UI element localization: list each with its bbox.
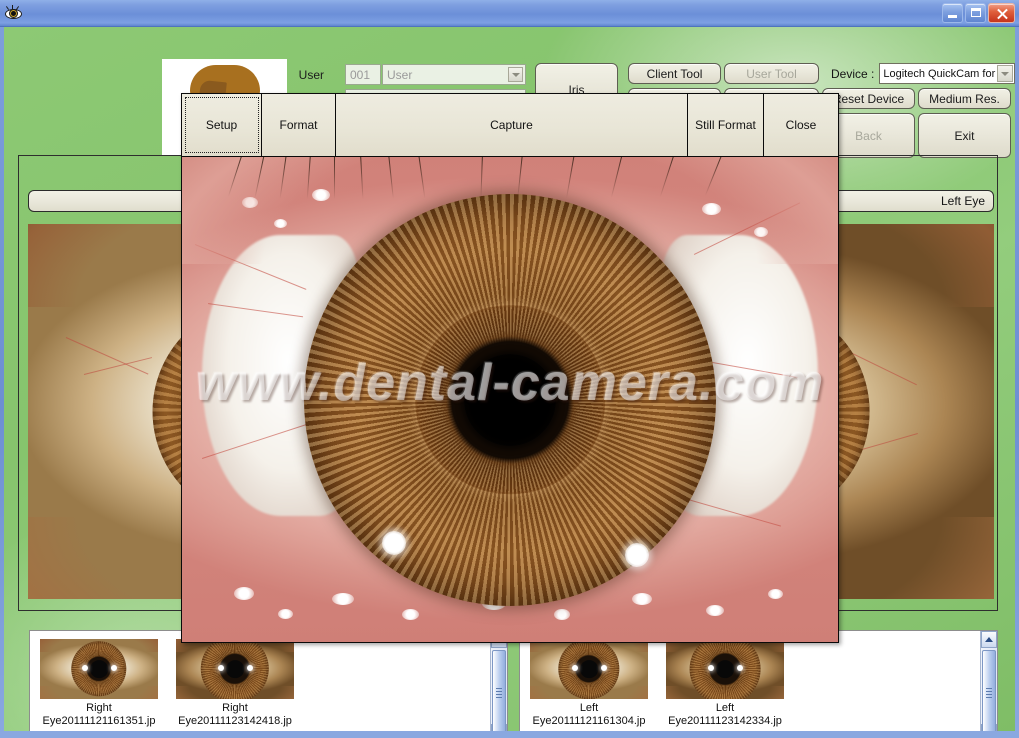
thumbnail-filename: Eye20111121161351.jpg xyxy=(43,715,156,731)
thumbnail-filename: Eye20111121161304.jpg xyxy=(533,715,646,731)
thumbnail-filename: Eye20111123142334.jpg xyxy=(668,715,782,731)
live-video-preview[interactable]: www.dental-camera.com xyxy=(182,157,838,642)
user-name-combo[interactable]: User xyxy=(382,64,526,85)
list-item[interactable]: Left Eye20111121161304.jpg xyxy=(530,639,648,731)
capture-dialog: Setup Format Capture Still Format Close xyxy=(181,93,839,643)
list-item[interactable]: Right Eye20111123142418.jpg xyxy=(176,639,294,731)
format-button[interactable]: Format xyxy=(262,94,336,156)
thumbnail-image[interactable] xyxy=(176,639,294,699)
list-item[interactable]: Left Eye20111123142334.jpg xyxy=(666,639,784,731)
thumbnail-caption: Left Eye20111121161304.jpg xyxy=(530,702,648,731)
user-id-field[interactable]: 001 xyxy=(345,64,381,85)
capture-button[interactable]: Capture xyxy=(336,94,688,156)
right-eye-thumb-strip: Right Eye20111121161351.jpg Right xyxy=(30,631,490,731)
thumbnail-image[interactable] xyxy=(530,639,648,699)
left-eye-thumbnail-list: Left Eye20111121161304.jpg Left xyxy=(519,630,998,731)
left-eye-thumb-strip: Left Eye20111121161304.jpg Left xyxy=(520,631,980,731)
medium-res-button[interactable]: Medium Res. xyxy=(918,88,1011,109)
left-list-scrollbar[interactable] xyxy=(980,631,997,731)
client-tool-button[interactable]: Client Tool xyxy=(628,63,721,84)
thumbnail-eye-label: Left xyxy=(716,702,734,714)
right-list-scrollbar[interactable] xyxy=(490,631,507,731)
user-label: User xyxy=(280,68,324,82)
device-label: Device : xyxy=(831,67,874,81)
eye-icon xyxy=(4,4,23,23)
scrollbar-thumb[interactable] xyxy=(982,650,996,731)
chevron-down-icon[interactable] xyxy=(508,67,523,82)
list-item[interactable]: Right Eye20111121161351.jpg xyxy=(40,639,158,731)
user-name-value: User xyxy=(387,68,412,82)
device-selected-value: Logitech QuickCam for I xyxy=(883,68,1001,80)
thumbnail-caption: Left Eye20111123142334.jpg xyxy=(666,702,784,731)
thumbnail-filename: Eye20111123142418.jpg xyxy=(178,715,292,731)
thumbnail-eye-label: Right xyxy=(222,702,248,714)
thumbnail-caption: Right Eye20111121161351.jpg xyxy=(40,702,158,731)
chevron-down-icon[interactable] xyxy=(997,65,1013,82)
title-bar xyxy=(0,0,1019,27)
maximize-button[interactable] xyxy=(965,3,986,23)
thumbnail-caption: Right Eye20111123142418.jpg xyxy=(176,702,294,731)
eyelashes xyxy=(182,157,838,264)
capture-toolbar: Setup Format Capture Still Format Close xyxy=(182,94,838,157)
user-tool-button: User Tool xyxy=(724,63,819,84)
setup-button[interactable]: Setup xyxy=(182,94,262,156)
application-window: User 001 User Password ******* Client 00… xyxy=(0,0,1019,738)
pupil-region xyxy=(464,354,556,446)
still-format-button[interactable]: Still Format xyxy=(688,94,764,156)
scroll-up-icon[interactable] xyxy=(981,631,997,648)
minimize-button[interactable] xyxy=(942,3,963,23)
thumbnail-image[interactable] xyxy=(666,639,784,699)
close-dialog-button[interactable]: Close xyxy=(764,94,838,156)
glint-right xyxy=(625,543,649,567)
thumbnail-eye-label: Left xyxy=(580,702,598,714)
close-button[interactable] xyxy=(988,3,1015,23)
right-eye-thumbnail-list: Right Eye20111121161351.jpg Right xyxy=(29,630,508,731)
glint-left xyxy=(382,531,406,555)
thumbnail-image[interactable] xyxy=(40,639,158,699)
device-combo[interactable]: Logitech QuickCam for I xyxy=(879,63,1015,84)
scrollbar-thumb[interactable] xyxy=(492,650,506,731)
device-selector: Device : Logitech QuickCam for I xyxy=(831,63,1015,84)
exit-button[interactable]: Exit xyxy=(918,113,1011,158)
window-controls xyxy=(942,3,1019,23)
thumbnail-eye-label: Right xyxy=(86,702,112,714)
